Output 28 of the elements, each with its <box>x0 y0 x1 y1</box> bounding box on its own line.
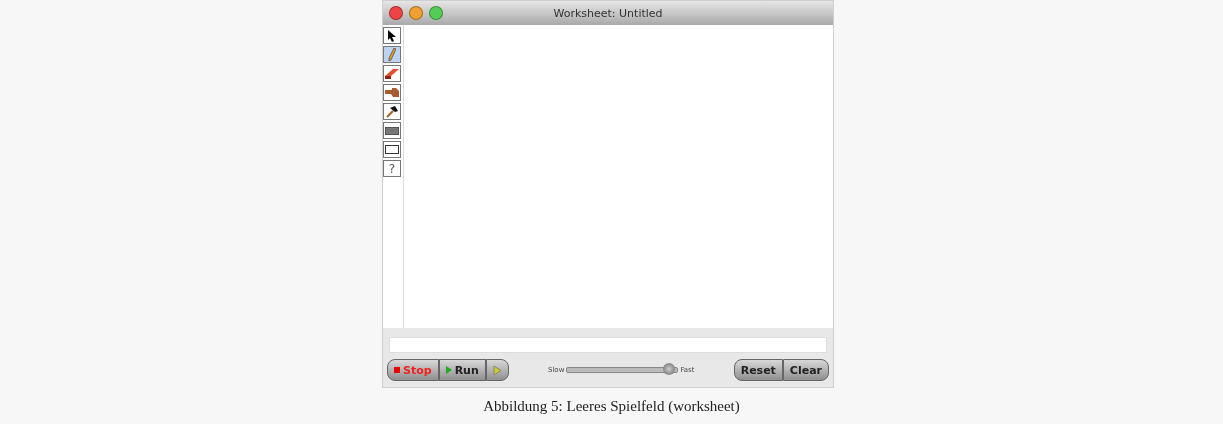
empty-box-tool[interactable] <box>383 141 401 158</box>
hammer-tool[interactable] <box>383 103 401 120</box>
filled-box-icon <box>385 126 399 135</box>
step-icon <box>492 365 502 375</box>
reset-button[interactable]: Reset <box>733 359 783 381</box>
pointer-tool[interactable] <box>383 27 401 44</box>
window-title: Worksheet: Untitled <box>553 6 664 20</box>
eraser-tool[interactable] <box>383 65 401 82</box>
zoom-button[interactable] <box>429 6 443 20</box>
run-button[interactable]: Run <box>438 359 486 381</box>
help-tool[interactable]: ? <box>383 160 401 177</box>
close-button[interactable] <box>389 6 403 20</box>
slider-thumb[interactable] <box>662 363 675 375</box>
hand-tool[interactable] <box>383 84 401 101</box>
filled-box-tool[interactable] <box>383 122 401 139</box>
figure-caption: Abbildung 5: Leeres Spielfeld (worksheet) <box>483 398 740 415</box>
empty-box-icon <box>385 145 399 154</box>
eraser-icon <box>385 68 399 79</box>
command-field[interactable] <box>389 337 827 353</box>
play-icon <box>445 366 452 374</box>
pencil-icon <box>388 48 396 61</box>
pointer-icon <box>387 29 397 42</box>
minimize-button[interactable] <box>409 6 423 20</box>
clear-button[interactable]: Clear <box>782 359 829 381</box>
step-button[interactable] <box>485 359 509 381</box>
stop-icon <box>394 367 400 373</box>
hammer-icon <box>386 105 398 118</box>
hand-icon <box>385 87 399 98</box>
